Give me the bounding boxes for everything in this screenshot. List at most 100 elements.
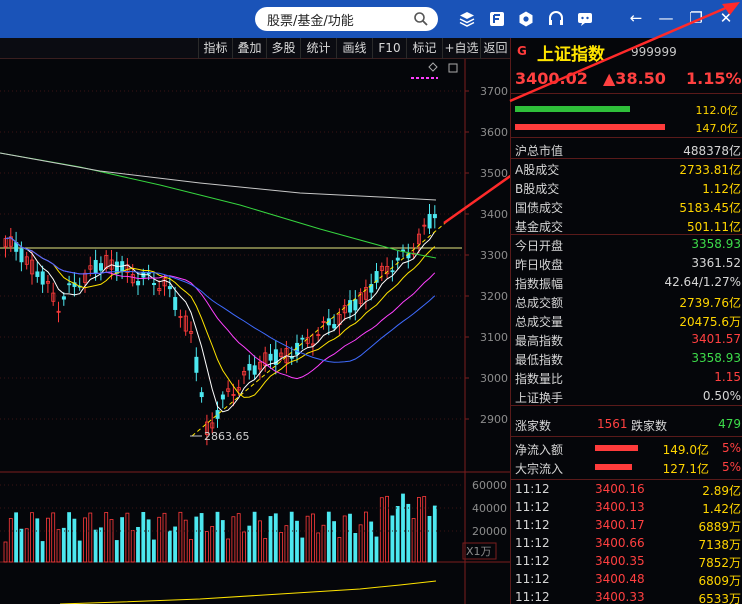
ma60-line xyxy=(0,152,437,259)
candle-body xyxy=(332,324,337,329)
close-icon[interactable]: ✕ xyxy=(716,8,736,28)
volume-bar xyxy=(310,513,315,563)
ma20-line xyxy=(5,237,436,380)
tick-row[interactable]: 11:12 3400.48 6809万 xyxy=(511,571,742,589)
stat-row: 今日开盘 3358.93 xyxy=(511,235,742,254)
tool-f10-button[interactable]: F10 xyxy=(372,38,406,59)
tool-return-button[interactable]: 返回 xyxy=(480,38,510,59)
stat-label: 最低指数 xyxy=(515,353,564,367)
candle-body xyxy=(146,272,151,275)
tick-row[interactable]: 11:12 3400.17 6889万 xyxy=(511,517,742,535)
volume-bar xyxy=(120,517,124,563)
divider xyxy=(511,137,742,138)
tick-row[interactable]: 11:12 3400.13 1.42亿 xyxy=(511,499,742,517)
stat-row: 昨日收盘 3361.52 xyxy=(511,254,742,273)
flow-percent: 5% xyxy=(721,460,741,474)
tick-price: 3400.13 xyxy=(595,500,645,514)
tick-row[interactable]: 11:12 3400.16 2.89亿 xyxy=(511,481,742,499)
stat-value: 1.15 xyxy=(714,370,741,384)
down-count-label: 跌家数 xyxy=(631,419,668,433)
candle-body xyxy=(395,257,400,261)
search-box[interactable]: 股票/基金/功能 xyxy=(255,7,438,31)
volume-bar xyxy=(35,518,40,563)
stat-value: 501.11亿 xyxy=(687,220,741,234)
volume-bar xyxy=(173,526,178,563)
volume-bar xyxy=(8,518,13,563)
volume-bar xyxy=(263,538,268,563)
tool-add-watchlist-button[interactable]: +自选 xyxy=(442,38,480,59)
volume-bar xyxy=(279,532,284,563)
headset-icon[interactable] xyxy=(547,10,565,28)
stat-row: 上证换手 0.50% xyxy=(511,387,742,406)
tool-multi-stock-button[interactable]: 多股 xyxy=(266,38,300,59)
candle-body xyxy=(432,214,437,219)
tool-statistics-button[interactable]: 统计 xyxy=(300,38,336,59)
tick-row[interactable]: 11:12 3400.35 7852万 xyxy=(511,553,742,571)
volume-bar xyxy=(289,511,294,563)
restore-icon[interactable]: ❐ xyxy=(686,8,706,28)
volume-bar xyxy=(167,530,172,563)
volume-bar xyxy=(189,539,193,563)
volume-bar xyxy=(220,520,225,563)
volume-bar xyxy=(411,518,416,563)
candle-body xyxy=(173,297,178,310)
kline-chart-svg[interactable]: 3700 3600 3500 3400 3300 3200 3100 3000 2900 2863… xyxy=(0,59,510,604)
index-flag: G xyxy=(517,44,527,58)
search-icon[interactable] xyxy=(413,11,429,27)
volume-bar xyxy=(316,532,321,563)
stat-label: 基金成交 xyxy=(515,220,564,234)
volume-bar xyxy=(125,512,130,563)
volume-bar xyxy=(67,512,71,563)
tick-row[interactable]: 11:12 3400.33 6533万 xyxy=(511,589,742,604)
stat-value: 5183.45亿 xyxy=(679,201,741,215)
stat-label: 上证换手 xyxy=(515,391,564,405)
volume-bar xyxy=(406,503,411,563)
tick-row[interactable]: 11:12 3400.66 7138万 xyxy=(511,535,742,553)
stat-value: 42.64/1.27% xyxy=(664,275,741,289)
volume-bar xyxy=(83,517,87,563)
chat-icon[interactable] xyxy=(576,10,594,28)
candle-body xyxy=(215,410,220,419)
volume-bar xyxy=(19,528,24,563)
tool-indicator-button[interactable]: 指标 xyxy=(198,38,232,59)
stat-label: 昨日收盘 xyxy=(515,258,564,272)
tick-price: 3400.33 xyxy=(595,590,645,604)
hexagon-icon[interactable] xyxy=(517,10,535,28)
tool-mark-button[interactable]: 标记 xyxy=(406,38,442,59)
f10-icon[interactable] xyxy=(488,10,506,28)
volume-bar xyxy=(104,512,109,563)
breadth-row: 涨家数 1561 跌家数 479 xyxy=(511,415,742,434)
search-input[interactable]: 股票/基金/功能 xyxy=(267,10,354,29)
ma120-line xyxy=(0,152,437,201)
stat-value: 488378亿 xyxy=(683,144,741,158)
minimize-icon[interactable]: — xyxy=(656,8,676,28)
volume-bar xyxy=(162,512,167,563)
volume-bar xyxy=(358,524,363,563)
volume-bar xyxy=(178,511,183,563)
candle-body xyxy=(247,363,252,371)
volume-bar xyxy=(385,495,390,563)
volume-bar xyxy=(199,513,204,563)
volume-bar xyxy=(427,515,432,563)
tool-draw-line-button[interactable]: 画线 xyxy=(336,38,372,59)
back-icon[interactable]: ← xyxy=(626,8,646,28)
stat-row: 最高指数 3401.57 xyxy=(511,330,742,349)
tool-overlay-button[interactable]: 叠加 xyxy=(232,38,266,59)
tick-price: 3400.16 xyxy=(595,482,645,496)
stat-label: 指数振幅 xyxy=(515,277,564,291)
flow-row: 大宗流入 127.1亿 5% xyxy=(511,458,742,477)
stat-value: 3401.57 xyxy=(691,332,741,346)
kline-chart[interactable]: 3700 3600 3500 3400 3300 3200 3100 3000 2900 2863… xyxy=(0,59,510,604)
candle-body xyxy=(167,286,172,290)
volume-bar xyxy=(93,529,98,563)
candle-body xyxy=(67,283,72,286)
volume-bar xyxy=(88,512,93,563)
index-price: 3400.02 xyxy=(515,69,588,88)
annotation-arrow-line xyxy=(443,174,510,225)
candle-body xyxy=(19,248,24,263)
stat-row: 总成交量 20475.6万 xyxy=(511,311,742,330)
candle-body xyxy=(61,296,66,300)
up-count-value: 1561 xyxy=(597,417,628,431)
layers-icon[interactable] xyxy=(458,10,476,28)
y-tick-label: 3200 xyxy=(480,290,508,303)
